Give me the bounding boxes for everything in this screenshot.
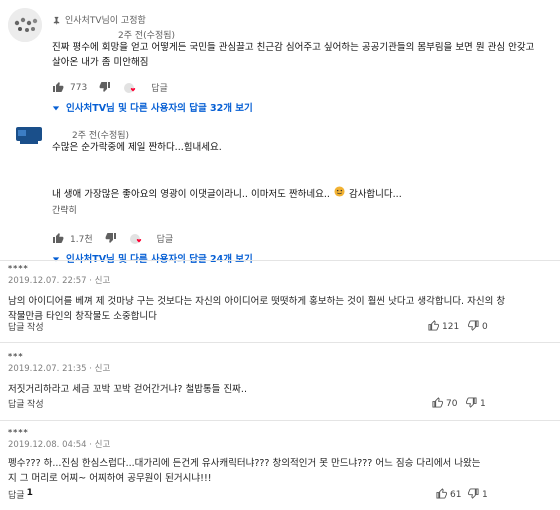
comment-line: 수많은 순가락중에 제일 짠하다...힘내세요. xyxy=(52,142,222,153)
write-reply-button[interactable]: 답글 작성 xyxy=(8,397,44,410)
divider xyxy=(0,342,560,343)
thumb-down-icon xyxy=(468,488,479,502)
write-reply-button[interactable]: 답글 작성 xyxy=(8,320,44,333)
upvote-count: 70 xyxy=(446,399,458,409)
thumb-down-icon[interactable] xyxy=(99,78,111,97)
caret-down-icon xyxy=(52,97,60,116)
comment-line: 감사합니다... xyxy=(348,188,402,200)
avatar-image-icon xyxy=(16,127,42,144)
thumb-down-icon xyxy=(468,320,479,334)
comment-line: 펭수??? 하...진심 한심스럽다...대가리에 든건게 유사캐릭터냐??? … xyxy=(8,458,481,469)
upvote-count: 121 xyxy=(442,322,460,332)
thumb-up-icon xyxy=(432,397,443,411)
comment-text: 펭수??? 하...진심 한심스럽다...대가리에 든건게 유사캐릭터냐??? … xyxy=(8,456,552,486)
thumb-up-icon[interactable] xyxy=(52,78,64,97)
comment-actions: 1.7천 답글 xyxy=(52,229,173,248)
creator-heart-icon xyxy=(129,232,143,246)
reply-label: 답글 xyxy=(8,491,25,501)
list-item: **** 2019.12.07. 22:57 · 신고 남의 아이디어를 베껴 … xyxy=(8,264,552,324)
comment-author-id: **** xyxy=(8,428,29,437)
downvote-count: 1 xyxy=(482,490,488,500)
downvote-button[interactable]: 0 xyxy=(468,320,488,334)
comment-line: 저짓거리하라고 세금 꼬박 꼬박 걷어간거냐? 철밥통들 진짜.. xyxy=(8,384,247,395)
upvote-count: 61 xyxy=(450,490,462,500)
comment-author-id: **** xyxy=(8,264,29,273)
thumb-up-icon[interactable] xyxy=(52,229,64,248)
view-replies-label: 인사처TV님 및 다른 사용자의 답글 24개 보기 xyxy=(66,253,253,265)
upvote-button[interactable]: 121 xyxy=(428,320,459,334)
reply-button[interactable]: 답글 xyxy=(157,232,174,245)
emoji-smile-icon xyxy=(334,186,345,202)
comment-actions: 773 답글 xyxy=(52,78,168,97)
pin-icon xyxy=(52,10,61,29)
comment-line: 진짜 평수에 회망을 얻고 어떻게든 국민들 관심끌고 친근감 심어주고 싶어하… xyxy=(52,42,535,53)
comment-line: 살아온 내가 좀 미안해짐 xyxy=(52,57,149,68)
comment-line: 내 생애 가장많은 좋아요의 영광이 이댓글이라니.. 이마저도 짠하네요.. xyxy=(52,188,330,200)
creator-reply-text: 내 생애 가장많은 좋아요의 영광이 이댓글이라니.. 이마저도 짠하네요.. … xyxy=(52,186,557,219)
view-replies-label: 인사처TV님 및 다른 사용자의 답글 32개 보기 xyxy=(66,102,253,114)
thumb-up-icon xyxy=(436,488,447,502)
comment-text: 진짜 평수에 회망을 얻고 어떻게든 국민들 관심끌고 친근감 심어주고 싶어하… xyxy=(52,40,557,70)
avatar-image-icon xyxy=(8,8,42,42)
list-item: **** 2019.12.08. 04:54 · 신고 펭수??? 하...진심… xyxy=(8,428,552,486)
list-item: *** 2019.12.07. 21:35 · 신고 저짓거리하라고 세금 꼬박… xyxy=(8,352,552,397)
reply-button[interactable]: 답글 xyxy=(151,81,168,94)
thumb-down-icon xyxy=(466,397,477,411)
like-count: 1.7천 xyxy=(70,235,93,245)
avatar[interactable] xyxy=(12,124,46,158)
thumb-down-icon[interactable] xyxy=(105,229,117,248)
pinned-label: 인사처TV님이 고정함 xyxy=(65,16,146,26)
comment-line: 지 그 머리로 어찌~ 어찌하여 공무원이 된거시냐!!! xyxy=(8,473,212,484)
comment-meta[interactable]: 2019.12.08. 04:54 · 신고 xyxy=(8,438,552,450)
upvote-button[interactable]: 70 xyxy=(432,397,457,411)
reply-button[interactable]: 답글 1 xyxy=(8,488,33,501)
thumb-up-icon xyxy=(428,320,439,334)
divider xyxy=(0,420,560,421)
show-less-link[interactable]: 간략히 xyxy=(52,204,557,219)
downvote-button[interactable]: 1 xyxy=(466,397,486,411)
divider xyxy=(0,260,560,261)
comment-author-id: *** xyxy=(8,352,24,361)
comment-text: 저짓거리하라고 세금 꼬박 꼬박 걷어간거냐? 철밥통들 진짜.. xyxy=(8,382,552,397)
pinned-indicator: 인사처TV님이 고정함 xyxy=(52,10,146,29)
view-replies-toggle[interactable]: 인사처TV님 및 다른 사용자의 답글 32개 보기 xyxy=(52,97,253,116)
avatar[interactable] xyxy=(8,8,42,42)
comment-meta[interactable]: 2019.12.07. 22:57 · 신고 xyxy=(8,274,552,286)
upvote-button[interactable]: 61 xyxy=(436,488,461,502)
downvote-button[interactable]: 1 xyxy=(468,488,488,502)
downvote-count: 0 xyxy=(482,322,488,332)
like-count: 773 xyxy=(70,82,88,93)
creator-heart-icon xyxy=(123,81,137,95)
downvote-count: 1 xyxy=(480,399,486,409)
comment-meta[interactable]: 2019.12.07. 21:35 · 신고 xyxy=(8,362,552,374)
comment-text: 수많은 순가락중에 제일 짠하다...힘내세요. xyxy=(52,140,557,155)
reply-count: 1 xyxy=(26,488,33,498)
comment-line: 남의 아이디어를 베껴 제 것마냥 구는 것보다는 자신의 아이디어로 떳떳하게… xyxy=(8,296,506,307)
